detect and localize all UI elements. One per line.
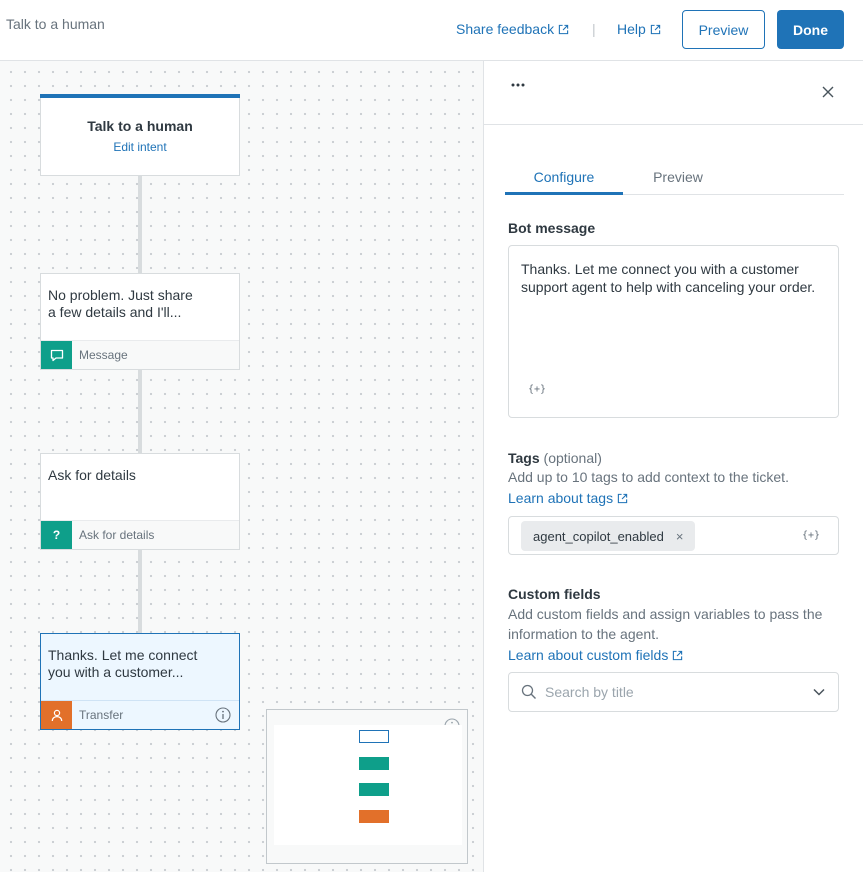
tags-optional-text: (optional)	[543, 450, 602, 466]
share-feedback-label: Share feedback	[456, 21, 555, 37]
message-icon	[41, 341, 72, 369]
step-body-line: Ask for details	[48, 467, 136, 483]
flow-connector	[138, 370, 142, 453]
start-node[interactable]: Talk to a human Edit intent	[40, 94, 240, 176]
info-icon[interactable]	[215, 707, 231, 723]
custom-fields-search[interactable]	[508, 672, 839, 712]
bot-message-editor[interactable]: Thanks. Let me connect you with a custom…	[508, 245, 839, 418]
bot-message-text[interactable]: Thanks. Let me connect you with a custom…	[521, 260, 826, 296]
tag-chip-label: agent_copilot_enabled	[533, 528, 664, 544]
page-title: Talk to a human	[6, 16, 105, 32]
tab-configure[interactable]: Configure	[505, 169, 623, 195]
tags-label: Tags (optional)	[508, 450, 602, 466]
insert-variable-button[interactable]: {+}	[528, 384, 546, 395]
external-link-icon	[673, 650, 683, 660]
header-separator: |	[592, 21, 596, 37]
minimap-node-start	[359, 730, 389, 743]
close-icon[interactable]	[821, 85, 835, 99]
done-button[interactable]: Done	[777, 10, 844, 49]
step-footer: ? Ask for details	[41, 520, 239, 549]
step-node-transfer[interactable]: Thanks. Let me connect you with a custom…	[40, 633, 240, 730]
minimap-node-ask	[359, 783, 389, 796]
custom-fields-label: Custom fields	[508, 586, 601, 602]
minimap[interactable]	[266, 709, 468, 864]
step-footer: Transfer	[41, 700, 239, 729]
step-type-label: Transfer	[79, 708, 124, 722]
flow-canvas[interactable]: Talk to a human Edit intent No problem. …	[0, 61, 483, 872]
search-icon	[521, 684, 536, 699]
step-node-message[interactable]: No problem. Just share a few details and…	[40, 273, 240, 370]
panel-header	[484, 61, 863, 125]
custom-fields-search-input[interactable]	[545, 682, 795, 702]
minimap-node-transfer	[359, 810, 389, 823]
preview-button[interactable]: Preview	[682, 10, 765, 49]
bot-message-label: Bot message	[508, 220, 596, 236]
minimap-node-message	[359, 757, 389, 770]
help-label: Help	[617, 21, 646, 37]
step-body-line: Thanks. Let me connect	[48, 647, 198, 663]
start-node-accent	[40, 94, 240, 98]
tags-hint: Add up to 10 tags to add context to the …	[508, 469, 789, 485]
person-icon	[41, 701, 72, 729]
external-link-icon	[617, 493, 628, 503]
learn-about-tags-link[interactable]: Learn about tags	[508, 490, 628, 506]
step-footer: Message	[41, 340, 239, 369]
tags-label-text: Tags	[508, 450, 540, 466]
learn-about-custom-fields-link[interactable]: Learn about custom fields	[508, 647, 683, 663]
more-horizontal-icon[interactable]	[511, 83, 527, 87]
step-body: No problem. Just share a few details and…	[48, 287, 228, 321]
learn-about-custom-fields-label: Learn about custom fields	[508, 647, 669, 663]
step-config-panel: Configure Preview Bot message Thanks. Le…	[483, 61, 863, 872]
minimap-viewport	[274, 725, 462, 845]
help-link[interactable]: Help	[617, 21, 661, 37]
step-body: Ask for details	[48, 467, 228, 484]
edit-intent-link[interactable]: Edit intent	[41, 140, 239, 154]
panel-tabs: Configure Preview	[505, 157, 844, 195]
tab-preview[interactable]: Preview	[623, 169, 733, 195]
custom-fields-hint: Add custom fields and assign variables t…	[508, 606, 823, 642]
tag-chip: agent_copilot_enabled ×	[521, 521, 696, 551]
learn-about-tags-label: Learn about tags	[508, 490, 614, 506]
chevron-down-icon[interactable]	[812, 687, 826, 697]
remove-tag-icon[interactable]: ×	[676, 529, 684, 544]
step-body-line: a few details and I'll...	[48, 304, 182, 320]
external-link-icon	[650, 24, 660, 34]
flow-connector	[138, 550, 142, 633]
external-link-icon	[558, 24, 569, 34]
step-type-label: Message	[79, 348, 128, 362]
step-body-line: you with a customer...	[48, 664, 184, 680]
question-icon: ?	[41, 521, 72, 549]
step-type-label: Ask for details	[79, 528, 155, 542]
start-node-title: Talk to a human	[87, 118, 193, 134]
flow-connector	[138, 176, 142, 273]
top-header: Talk to a human Share feedback | Help Pr…	[0, 0, 863, 61]
step-body: Thanks. Let me connect you with a custom…	[48, 647, 228, 681]
tags-input[interactable]: agent_copilot_enabled × {+}	[508, 516, 839, 555]
step-body-line: No problem. Just share	[48, 287, 193, 303]
step-node-ask-for-details[interactable]: Ask for details ? Ask for details	[40, 453, 240, 550]
insert-variable-button[interactable]: {+}	[802, 530, 820, 541]
share-feedback-link[interactable]: Share feedback	[456, 21, 569, 37]
